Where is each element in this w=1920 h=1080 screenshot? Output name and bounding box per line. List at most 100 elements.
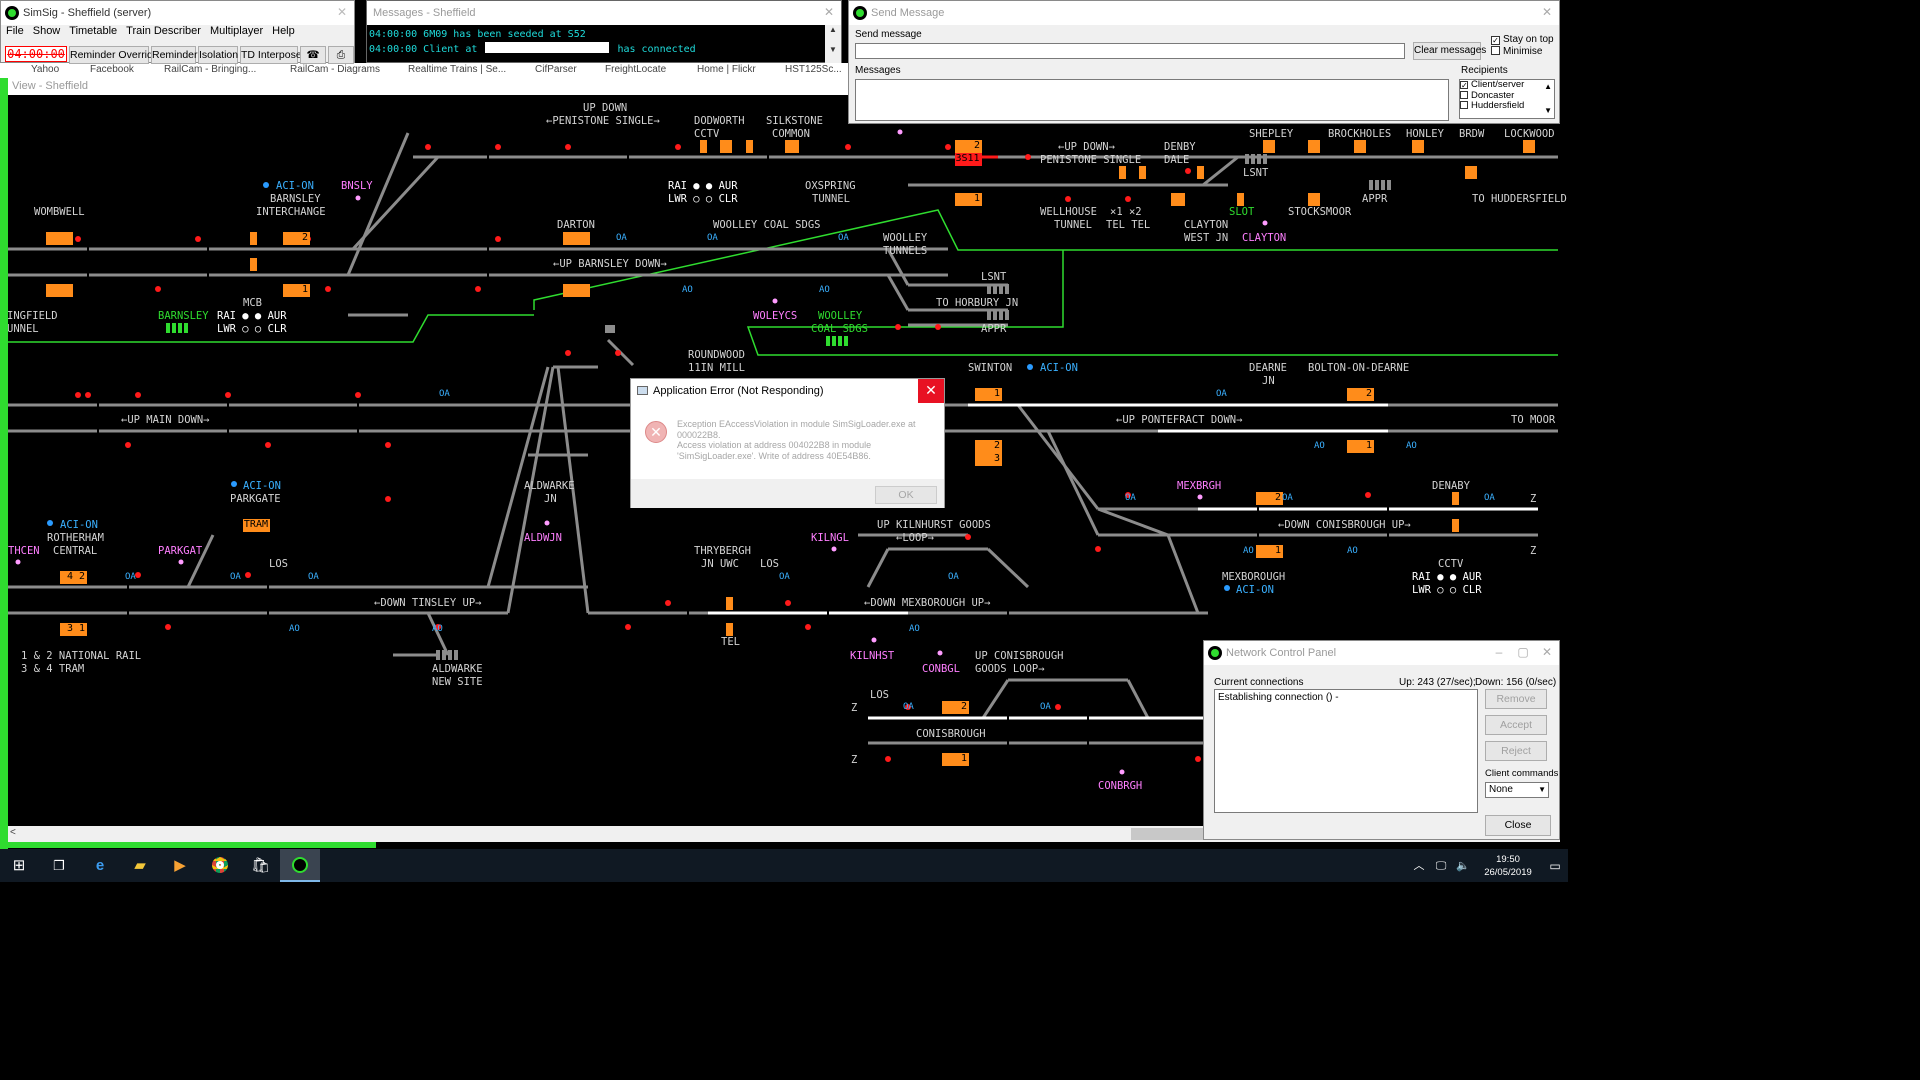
reminder-button[interactable]: Reminder [151, 46, 198, 64]
train-describer-berth[interactable]: 1 [942, 753, 969, 766]
train-describer-berth[interactable] [1119, 166, 1126, 179]
train-describer-berth[interactable]: 2 [1256, 492, 1283, 505]
isolation-button[interactable]: Isolation [198, 46, 238, 64]
train-describer-berth[interactable]: 1 [975, 388, 1002, 401]
send-message-input[interactable] [855, 43, 1405, 59]
simsig-taskbar-icon[interactable] [291, 857, 309, 875]
menu-timetable[interactable]: Timetable [64, 25, 121, 38]
scroll-left-icon[interactable]: < [10, 827, 16, 838]
train-describer-berth[interactable] [1308, 193, 1320, 206]
chrome-browser-icon[interactable] [211, 857, 229, 875]
train-describer-berth[interactable] [785, 140, 799, 153]
stay-on-top-checkbox[interactable]: ✓ Stay on top [1491, 34, 1554, 45]
connections-list[interactable]: Establishing connection () - [1214, 689, 1478, 813]
train-describer-berth[interactable]: 1 [1256, 545, 1283, 558]
train-describer-berth[interactable] [1139, 166, 1146, 179]
auto-signal-indicator[interactable]: OA [903, 701, 914, 713]
auto-signal-indicator[interactable]: OA [308, 571, 319, 583]
auto-signal-indicator[interactable]: AO [909, 623, 920, 635]
recipients-scroll-icon[interactable]: ▲ [1544, 82, 1552, 93]
auto-signal-indicator[interactable]: OA [125, 571, 136, 583]
auto-signal-indicator[interactable]: AO [1347, 545, 1358, 557]
auto-signal-indicator[interactable]: AO [432, 623, 443, 635]
train-describer-berth[interactable]: 3 [975, 453, 1002, 466]
train-describer-berth[interactable]: 1 [955, 193, 982, 206]
network-tray-icon[interactable]: 🖵 [1432, 857, 1450, 875]
maximize-icon[interactable]: ▢ [1511, 641, 1535, 665]
train-describer-berth[interactable]: 2 [942, 701, 969, 714]
messages-log[interactable] [855, 79, 1449, 121]
train-describer-berth[interactable] [46, 232, 73, 245]
train-describer-berth[interactable] [1523, 140, 1535, 153]
auto-signal-indicator[interactable]: AO [1406, 440, 1417, 452]
menu-file[interactable]: File [1, 25, 28, 38]
bookmark-9[interactable]: HST125Sc... [785, 64, 842, 75]
bookmark-5[interactable]: Realtime Trains | Se... [408, 64, 506, 75]
edge-browser-icon[interactable]: e [91, 857, 109, 875]
train-describer-berth[interactable] [720, 140, 732, 153]
train-describer-berth[interactable]: 1 [1347, 440, 1374, 453]
auto-signal-indicator[interactable]: AO [1243, 545, 1254, 557]
train-describer-berth[interactable] [250, 232, 257, 245]
train-describer-berth[interactable]: TRAM [243, 519, 270, 532]
auto-signal-indicator[interactable]: OA [230, 571, 241, 583]
close-icon[interactable]: ✕ [1535, 641, 1559, 665]
bookmark-6[interactable]: CifParser [535, 64, 577, 75]
train-describer-berth[interactable] [563, 284, 590, 297]
auto-signal-indicator[interactable]: OA [439, 388, 450, 400]
sim-clock[interactable]: 04:00:00 [5, 46, 67, 62]
minimize-icon[interactable]: – [1487, 641, 1511, 665]
train-describer-berth[interactable] [1197, 166, 1204, 179]
train-describer-berth[interactable] [1452, 492, 1459, 505]
minimise-checkbox[interactable]: Minimise [1491, 46, 1542, 57]
client-commands-select[interactable]: None ▼ [1485, 782, 1549, 798]
auto-signal-indicator[interactable]: OA [1216, 388, 1227, 400]
auto-signal-indicator[interactable]: OA [1125, 492, 1136, 504]
reject-button[interactable]: Reject [1485, 741, 1547, 761]
train-describer-berth[interactable] [563, 232, 590, 245]
print-button[interactable]: ⎙ [328, 46, 354, 64]
volume-tray-icon[interactable]: 🔈 [1454, 857, 1472, 875]
train-describer-berth[interactable] [746, 140, 753, 153]
train-describer-berth[interactable] [46, 284, 73, 297]
train-describer-berth[interactable]: 3 1 [60, 623, 87, 636]
phone-button[interactable]: ☎ [300, 46, 326, 64]
windows-start-icon[interactable]: ⊞ [10, 857, 28, 875]
clear-messages-button[interactable]: Clear messages [1413, 42, 1486, 60]
scroll-thumb[interactable] [1131, 828, 1211, 840]
connection-entry[interactable]: Establishing connection () - [1218, 692, 1339, 703]
task-view-icon[interactable]: ❐ [50, 857, 68, 875]
train-describer-berth[interactable] [1412, 140, 1424, 153]
train-describer-berth[interactable] [1354, 140, 1366, 153]
bookmark-1[interactable]: Yahoo [31, 64, 59, 75]
bookmark-3[interactable]: RailCam - Bringing... [164, 64, 256, 75]
bookmark-8[interactable]: Home | Flickr [697, 64, 756, 75]
train-describer-berth[interactable] [1308, 140, 1320, 153]
train-describer-berth[interactable] [1465, 166, 1477, 179]
reminder-override-button[interactable]: Reminder Override [69, 46, 159, 64]
auto-signal-indicator[interactable]: OA [1484, 492, 1495, 504]
train-describer-berth[interactable] [1237, 193, 1244, 206]
ok-button[interactable]: OK [875, 486, 937, 504]
auto-signal-indicator[interactable]: OA [1040, 701, 1051, 713]
train-describer-berth[interactable] [700, 140, 707, 153]
train-describer-berth[interactable] [250, 258, 257, 271]
recipients-scroll-icon[interactable]: ▼ [1544, 106, 1552, 117]
train-describer-berth[interactable] [726, 623, 733, 636]
menu-multiplayer[interactable]: Multiplayer [205, 25, 267, 38]
tray-clock[interactable]: 19:50 26/05/2019 [1476, 853, 1540, 879]
close-icon[interactable]: ✕ [918, 379, 944, 403]
menu-help[interactable]: Help [267, 25, 299, 38]
auto-signal-indicator[interactable]: OA [779, 571, 790, 583]
auto-signal-indicator[interactable]: AO [289, 623, 300, 635]
recipients-list[interactable]: ✓ Client/server Doncaster Huddersfield ▲ … [1459, 79, 1555, 119]
close-icon[interactable]: ✕ [817, 1, 841, 25]
train-describer-berth[interactable]: 2 [955, 140, 982, 153]
auto-signal-indicator[interactable]: OA [948, 571, 959, 583]
train-describer-berth[interactable] [1452, 519, 1459, 532]
train-describer-berth[interactable] [1171, 193, 1185, 206]
media-player-icon[interactable]: ▶ [171, 857, 189, 875]
recipient-huddersfield[interactable]: Huddersfield [1460, 100, 1554, 112]
train-describer-berth[interactable]: 3S11 [955, 153, 982, 166]
train-describer-berth[interactable]: 2 [283, 232, 310, 245]
